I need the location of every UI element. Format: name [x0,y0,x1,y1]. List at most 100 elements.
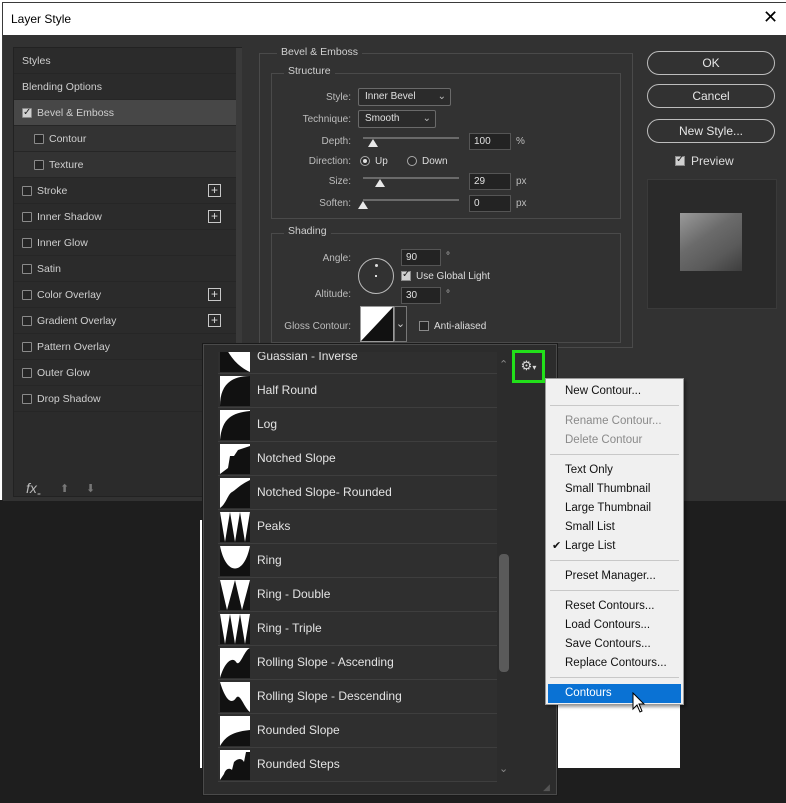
gloss-contour-thumbnail[interactable] [360,306,394,342]
scroll-down-icon[interactable]: ⌄ [499,762,508,775]
style-item-inner-shadow[interactable]: Inner Shadow + [14,204,236,230]
size-label: Size: [328,176,351,187]
contour-row[interactable]: Notched Slope [218,442,497,476]
style-item-inner-glow[interactable]: Inner Glow [14,230,236,256]
contour-settings-button[interactable]: ⚙▾ [512,350,545,383]
style-item-blending-options[interactable]: Blending Options [14,74,236,100]
menu-rename-contour[interactable]: Rename Contour... [546,412,683,431]
preview-box [647,179,777,309]
style-item-label: Gradient Overlay [37,315,117,327]
contour-row[interactable]: Guassian - Inverse [218,352,497,374]
style-item-stroke[interactable]: Stroke + [14,178,236,204]
cancel-button[interactable]: Cancel [647,84,775,108]
menu-save-contours[interactable]: Save Contours... [546,635,683,654]
style-item-label: Color Overlay [37,289,102,301]
add-style-icon[interactable]: + [208,288,221,301]
contour-row[interactable]: Ring - Triple [218,612,497,646]
menu-text-only[interactable]: Text Only [546,461,683,480]
style-checkbox[interactable] [22,342,32,352]
angle-dial-marker [375,264,378,267]
contour-list-scrollbar-thumb[interactable] [499,554,509,672]
resize-grip-icon[interactable]: ◢ [543,782,550,793]
close-icon[interactable]: ✕ [763,7,778,28]
move-down-icon[interactable]: ⬇ [86,482,95,495]
contour-row[interactable]: Notched Slope- Rounded [218,476,497,510]
menu-separator [550,454,679,455]
contour-row[interactable]: Peaks [218,510,497,544]
direction-up-radio[interactable] [360,156,370,166]
style-checkbox[interactable] [22,368,32,378]
style-item-color-overlay[interactable]: Color Overlay + [14,282,236,308]
contour-label: Rounded Slope [257,723,340,737]
style-checkbox[interactable] [34,134,44,144]
preview-checkbox[interactable] [675,154,685,166]
add-style-icon[interactable]: + [208,210,221,223]
style-select[interactable]: Inner Bevel ⌄ [358,88,451,106]
window-title: Layer Style [11,12,72,26]
menu-new-contour[interactable]: New Contour... [546,382,683,401]
fx-button[interactable]: fx- [26,480,41,500]
menu-replace-contours[interactable]: Replace Contours... [546,654,683,673]
angle-dial[interactable] [358,258,394,294]
menu-contours[interactable]: Contours [548,684,681,703]
contour-row[interactable]: Log [218,408,497,442]
contour-row[interactable]: Rolling Slope - Ascending [218,646,497,680]
style-checkbox[interactable] [22,316,32,326]
move-up-icon[interactable]: ⬆ [60,482,69,495]
menu-reset-contours[interactable]: Reset Contours... [546,597,683,616]
menu-small-list[interactable]: Small List [546,518,683,537]
soften-slider-track[interactable] [363,199,459,201]
contour-thumbnail [220,648,250,678]
style-item-bevel-emboss[interactable]: Bevel & Emboss [14,100,236,126]
style-checkbox[interactable] [22,264,32,274]
style-checkbox[interactable] [34,160,44,170]
menu-large-list[interactable]: ✔ Large List [546,537,683,556]
menu-delete-contour[interactable]: Delete Contour [546,431,683,450]
altitude-input[interactable]: 30 [401,287,441,304]
contour-shape-icon [220,614,250,644]
add-style-icon[interactable]: + [208,314,221,327]
add-style-icon[interactable]: + [208,184,221,197]
contour-thumbnail [220,512,250,542]
style-item-gradient-overlay[interactable]: Gradient Overlay + [14,308,236,334]
contour-row[interactable]: Ring [218,544,497,578]
style-checkbox[interactable] [22,394,32,404]
contour-row[interactable]: Rounded Slope [218,714,497,748]
size-input[interactable]: 29 [469,173,511,190]
angle-input[interactable]: 90 [401,249,441,266]
depth-input[interactable]: 100 [469,133,511,150]
gloss-contour-dropdown[interactable]: ⌄ [394,306,407,342]
style-item-texture[interactable]: Texture [14,152,236,178]
technique-select-value: Smooth [365,113,400,124]
contour-row[interactable]: Rounded Steps [218,748,497,782]
technique-select[interactable]: Smooth ⌄ [358,110,436,128]
style-checkbox[interactable] [22,100,32,126]
size-slider-thumb[interactable] [375,179,385,187]
style-item-label: Satin [37,263,61,275]
anti-aliased-checkbox[interactable] [419,321,429,331]
style-checkbox[interactable] [22,186,32,196]
style-checkbox[interactable] [22,212,32,222]
scroll-up-icon[interactable]: ⌃ [499,358,508,371]
contour-row[interactable]: Ring - Double [218,578,497,612]
soften-input[interactable]: 0 [469,195,511,212]
menu-load-contours[interactable]: Load Contours... [546,616,683,635]
contour-row[interactable]: Rolling Slope - Descending [218,680,497,714]
style-checkbox[interactable] [22,290,32,300]
new-style-button[interactable]: New Style... [647,119,775,143]
contour-shape-icon [220,512,250,542]
menu-large-thumbnail[interactable]: Large Thumbnail [546,499,683,518]
contour-label: Rounded Steps [257,757,340,771]
depth-slider-thumb[interactable] [368,139,378,147]
style-checkbox[interactable] [22,238,32,248]
ok-button[interactable]: OK [647,51,775,75]
contour-row[interactable]: Half Round [218,374,497,408]
style-item-styles[interactable]: Styles [14,48,236,74]
use-global-light-checkbox[interactable] [401,269,411,281]
style-item-satin[interactable]: Satin [14,256,236,282]
soften-slider-thumb[interactable] [358,201,368,209]
menu-preset-manager[interactable]: Preset Manager... [546,567,683,586]
style-item-contour[interactable]: Contour [14,126,236,152]
direction-down-radio[interactable] [407,156,417,166]
menu-small-thumbnail[interactable]: Small Thumbnail [546,480,683,499]
